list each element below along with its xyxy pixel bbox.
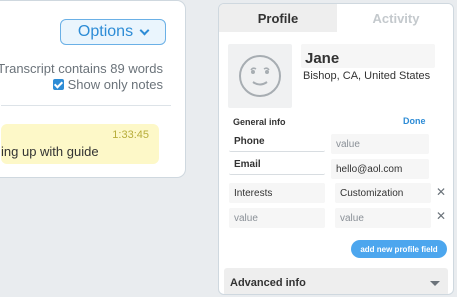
custom-field-key-input[interactable]: value <box>229 208 325 228</box>
tab-profile[interactable]: Profile <box>219 4 337 32</box>
divider <box>1 105 171 106</box>
profile-panel: Profile Activity Jane Bishop, CA, United… <box>218 3 454 295</box>
remove-field-icon[interactable]: ✕ <box>436 209 446 223</box>
advanced-info-section[interactable]: Advanced info <box>224 268 448 294</box>
show-notes-label: Show only notes <box>67 77 163 92</box>
phone-label: Phone <box>229 132 325 152</box>
transcript-note-card[interactable]: 1:33:45 ing up with guide <box>1 124 159 164</box>
location-text: Bishop, CA, United States <box>303 70 431 82</box>
transcript-panel: Options Transcript contains 89 words Sho… <box>0 0 186 178</box>
note-text: ing up with guide <box>1 144 99 159</box>
caret-down-icon <box>430 281 440 286</box>
email-field[interactable]: hello@aol.com <box>331 159 429 179</box>
options-dropdown-button[interactable]: Options <box>60 19 166 45</box>
general-info-heading: General info <box>233 117 286 127</box>
options-label: Options <box>77 23 134 40</box>
avatar[interactable] <box>228 44 292 108</box>
note-timestamp[interactable]: 1:33:45 <box>112 129 149 141</box>
phone-field[interactable]: value <box>331 134 429 154</box>
advanced-info-label: Advanced info <box>230 277 306 289</box>
smiley-face-icon <box>239 55 281 97</box>
tab-activity[interactable]: Activity <box>337 4 453 32</box>
custom-field-value-input[interactable]: value <box>335 208 431 228</box>
show-notes-checkbox[interactable] <box>52 79 64 90</box>
add-profile-field-button[interactable]: add new profile field <box>351 240 447 258</box>
email-label: Email <box>229 155 325 175</box>
custom-field-key-input[interactable]: Interests <box>229 183 325 203</box>
done-button[interactable]: Done <box>403 116 426 126</box>
custom-field-value-input[interactable]: Customization <box>335 183 431 203</box>
remove-field-icon[interactable]: ✕ <box>436 185 446 199</box>
name-field[interactable]: Jane <box>301 44 435 68</box>
transcript-word-count: Transcript contains 89 words <box>0 61 163 76</box>
profile-tabs: Profile Activity <box>219 4 453 32</box>
show-only-notes-toggle[interactable]: Show only notes <box>52 77 163 92</box>
chevron-down-icon <box>139 25 150 35</box>
